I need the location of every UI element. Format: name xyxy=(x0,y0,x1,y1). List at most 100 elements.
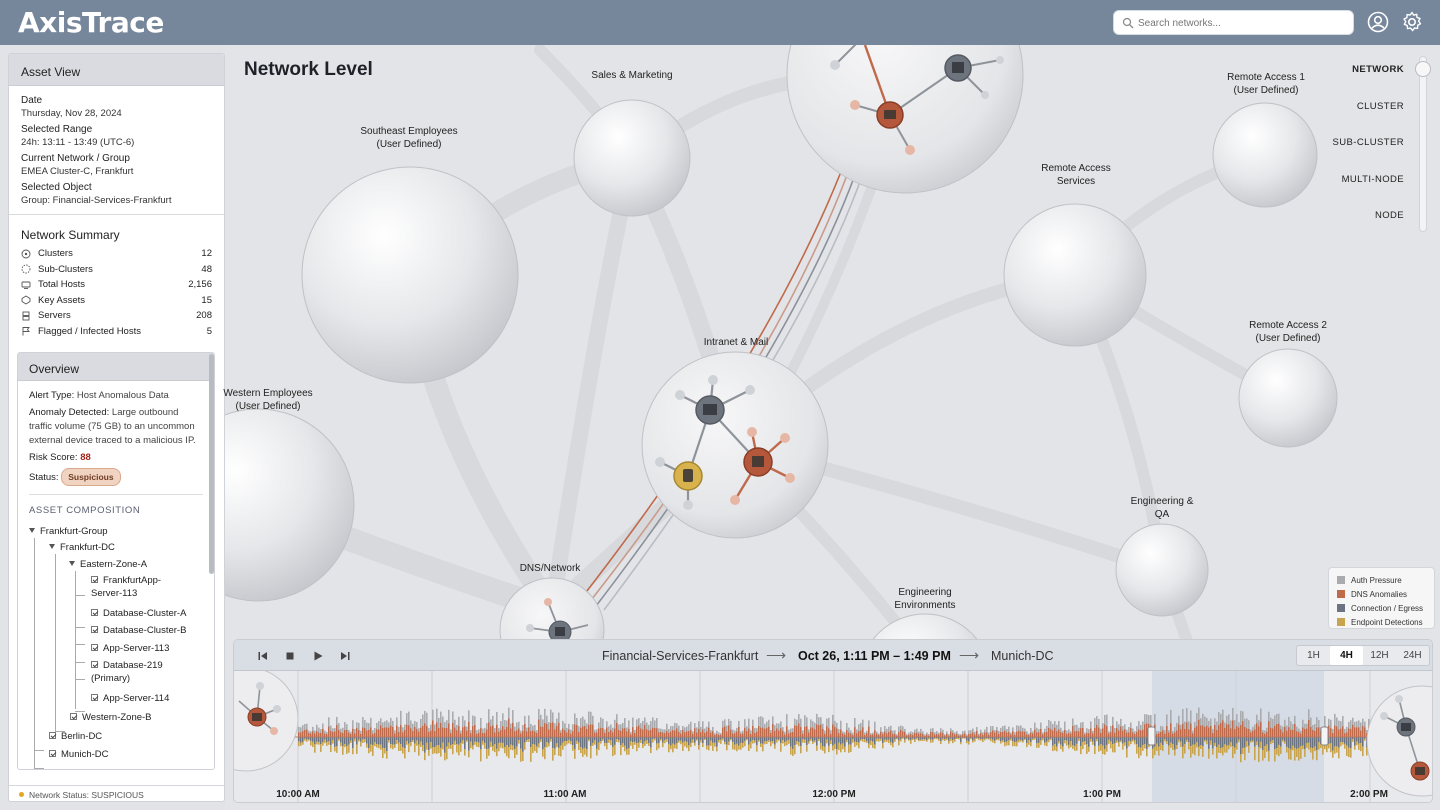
gear-icon[interactable] xyxy=(1401,11,1423,33)
tree-item-app113[interactable]: FrankfurtApp-Server-113 xyxy=(91,574,181,600)
endpoint-bar xyxy=(1166,741,1168,744)
stop-icon[interactable] xyxy=(283,649,297,663)
tree-item-db-cluster-a[interactable]: Database-Cluster-A xyxy=(91,607,186,620)
expand-icon[interactable] xyxy=(49,544,55,549)
tree-item-munich-dc[interactable]: Munich-DC xyxy=(49,748,109,761)
endpoint-bar xyxy=(320,744,322,752)
auth-bar xyxy=(862,719,864,728)
level-slider-track[interactable] xyxy=(1419,56,1427,232)
tree-item-db-cluster-b[interactable]: Database-Cluster-B xyxy=(91,624,186,637)
auth-bar xyxy=(1174,727,1176,733)
sphere-southeast-employees[interactable] xyxy=(301,166,519,384)
tree-item-frankfurt-dc[interactable]: Frankfurt-DC xyxy=(49,541,115,554)
dns-bar xyxy=(932,732,934,737)
auth-bar xyxy=(1034,722,1036,730)
level-cluster[interactable]: CLUSTER xyxy=(1357,101,1404,112)
auth-bar xyxy=(1200,718,1202,726)
egress-bar xyxy=(756,737,758,746)
checkbox-icon[interactable] xyxy=(91,626,98,633)
tree-item-berlin-dc[interactable]: Berlin-DC xyxy=(49,730,102,743)
dns-bar xyxy=(1290,729,1292,737)
range-1h-button[interactable]: 1H xyxy=(1297,646,1330,665)
sphere-remote-access-1[interactable] xyxy=(1212,102,1318,208)
skip-back-icon[interactable] xyxy=(256,649,270,663)
checkbox-icon[interactable] xyxy=(91,609,98,616)
egress-bar xyxy=(822,737,824,747)
level-slider-handle[interactable] xyxy=(1415,61,1431,77)
dns-bar xyxy=(312,731,314,737)
tree-item-frankfurt-group[interactable]: Frankfurt-Group xyxy=(29,525,108,538)
checkbox-icon[interactable] xyxy=(91,661,98,668)
checkbox-icon[interactable] xyxy=(91,576,98,583)
egress-bar xyxy=(1214,737,1216,743)
auth-bar xyxy=(1092,730,1094,734)
sphere-engineering-qa[interactable] xyxy=(1115,523,1209,617)
expand-icon[interactable] xyxy=(69,561,75,566)
egress-bar xyxy=(1288,737,1290,749)
sphere-remote-access-services[interactable] xyxy=(1003,203,1147,347)
auth-bar xyxy=(308,730,310,733)
sphere-sales-marketing[interactable] xyxy=(573,99,691,217)
play-icon[interactable] xyxy=(311,649,325,663)
level-node[interactable]: NODE xyxy=(1375,210,1404,221)
egress-bar xyxy=(490,737,492,742)
sphere-intranet-mail[interactable] xyxy=(641,351,829,539)
egress-bar xyxy=(1074,737,1076,747)
auth-bar xyxy=(806,717,808,727)
level-sub-cluster[interactable]: SUB-CLUSTER xyxy=(1333,137,1404,148)
endpoint-bar xyxy=(870,740,872,745)
endpoint-bar xyxy=(890,741,892,746)
egress-bar xyxy=(384,737,386,749)
dns-bar xyxy=(648,730,650,737)
tree-item-western-zone[interactable]: Western-Zone-B xyxy=(70,711,152,724)
dns-bar xyxy=(822,728,824,737)
checkbox-icon[interactable] xyxy=(49,732,56,739)
endpoint-bar xyxy=(1018,739,1020,743)
checkbox-icon[interactable] xyxy=(49,750,56,757)
endpoint-bar xyxy=(1310,747,1312,753)
skip-forward-icon[interactable] xyxy=(338,649,352,663)
egress-bar xyxy=(1100,737,1102,745)
overview-scrollbar[interactable] xyxy=(209,354,214,574)
timeline-destination[interactable]: Munich-DC xyxy=(991,649,1054,663)
dns-bar xyxy=(1354,727,1356,737)
tree-item-app-server-114[interactable]: App-Server-114 xyxy=(91,692,169,705)
range-12h-button[interactable]: 12H xyxy=(1363,646,1396,665)
search-box[interactable] xyxy=(1113,10,1354,35)
egress-bar xyxy=(764,737,766,742)
endpoint-bar xyxy=(1328,743,1330,749)
dns-bar xyxy=(434,731,436,737)
endpoint-bar xyxy=(1204,740,1206,742)
checkbox-icon[interactable] xyxy=(91,644,98,651)
endpoint-bar xyxy=(974,738,976,742)
checkbox-icon[interactable] xyxy=(70,713,77,720)
endpoint-bar xyxy=(846,739,848,743)
range-start-handle[interactable] xyxy=(1147,726,1156,746)
key-asset-icon xyxy=(21,295,31,305)
auth-bar xyxy=(590,711,592,725)
range-4h-button[interactable]: 4H xyxy=(1330,646,1363,665)
tree-item-eastern-zone[interactable]: Eastern-Zone-A xyxy=(69,558,147,571)
sphere-remote-access-2[interactable] xyxy=(1238,348,1338,448)
search-input[interactable] xyxy=(1138,14,1348,32)
range-end-handle[interactable] xyxy=(1320,726,1329,746)
auth-bar xyxy=(714,733,716,735)
auth-bar xyxy=(1040,722,1042,729)
dns-bar xyxy=(672,730,674,737)
level-multi-node[interactable]: MULTI-NODE xyxy=(1342,174,1404,185)
checkbox-icon[interactable] xyxy=(91,694,98,701)
dns-bar xyxy=(1180,729,1182,737)
auth-bar xyxy=(1138,721,1140,730)
tree-item-db-219[interactable]: Database-219 (Primary) xyxy=(91,659,191,685)
range-24h-button[interactable]: 24H xyxy=(1396,646,1429,665)
endpoint-bar xyxy=(1006,741,1008,746)
timeline-chart[interactable] xyxy=(234,671,1433,803)
dns-bar xyxy=(610,729,612,737)
expand-icon[interactable] xyxy=(29,528,35,533)
timeline-source[interactable]: Financial-Services-Frankfurt xyxy=(602,649,758,663)
summary-value: 12 xyxy=(201,248,212,260)
auth-bar xyxy=(928,734,930,736)
user-profile-icon[interactable] xyxy=(1367,11,1389,33)
level-network[interactable]: NETWORK xyxy=(1352,64,1404,75)
tree-item-app-server-113[interactable]: App-Server-113 xyxy=(91,642,169,655)
